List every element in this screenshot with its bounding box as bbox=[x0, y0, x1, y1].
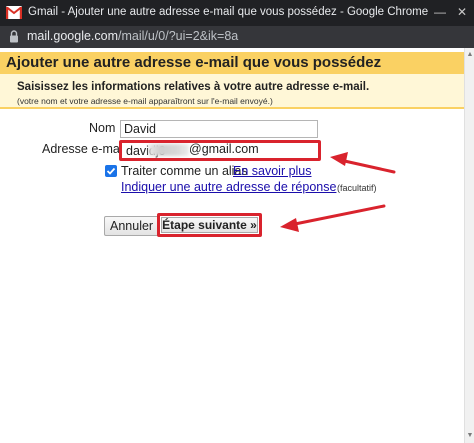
next-button-arrow-icon bbox=[280, 204, 386, 232]
email-label: Adresse e-mail : bbox=[42, 142, 133, 156]
minimize-button[interactable]: — bbox=[433, 4, 447, 20]
redacted-email-blur bbox=[149, 144, 189, 156]
vertical-scrollbar[interactable]: ▲ ▼ bbox=[464, 48, 474, 443]
address-bar[interactable]: mail.google.com/mail/u/0/?ui=2&ik=8a bbox=[0, 26, 474, 48]
next-step-button[interactable]: Étape suivante » bbox=[161, 217, 258, 233]
email-domain: @gmail.com bbox=[189, 142, 259, 156]
reply-to-link[interactable]: Indiquer une autre adresse de réponse bbox=[121, 180, 336, 194]
name-input[interactable] bbox=[120, 120, 318, 138]
scroll-up-icon[interactable]: ▲ bbox=[466, 50, 474, 60]
subintro-text: (votre nom et votre adresse e-mail appar… bbox=[17, 96, 273, 106]
alias-checkbox[interactable] bbox=[105, 165, 117, 177]
gmail-icon bbox=[6, 6, 22, 19]
window-title-bar: Gmail - Ajouter une autre adresse e-mail… bbox=[0, 0, 474, 26]
cancel-button[interactable]: Annuler bbox=[104, 216, 160, 236]
instruction-panel: Saisissez les informations relatives à v… bbox=[0, 74, 464, 109]
learn-more-link[interactable]: En savoir plus bbox=[233, 164, 312, 178]
url-path: /mail/u/0/?ui=2&ik=8a bbox=[118, 29, 239, 43]
url-host: mail.google.com bbox=[27, 29, 119, 43]
intro-text: Saisissez les informations relatives à v… bbox=[17, 81, 370, 93]
check-icon bbox=[106, 167, 116, 175]
close-button[interactable]: ✕ bbox=[455, 4, 469, 20]
scroll-down-icon[interactable]: ▼ bbox=[466, 431, 474, 441]
alias-label: Traiter comme un alias bbox=[121, 164, 248, 178]
url-text[interactable]: mail.google.com/mail/u/0/?ui=2&ik=8a bbox=[27, 29, 238, 43]
dialog-header: Ajouter une autre adresse e-mail que vou… bbox=[0, 52, 464, 74]
email-arrow-icon bbox=[330, 152, 396, 174]
lock-icon bbox=[10, 30, 18, 43]
optional-note: (facultatif) bbox=[337, 183, 377, 193]
next-step-highlight-box: Étape suivante » bbox=[157, 213, 262, 237]
window-title: Gmail - Ajouter une autre adresse e-mail… bbox=[28, 6, 429, 18]
name-label: Nom : bbox=[89, 121, 123, 135]
